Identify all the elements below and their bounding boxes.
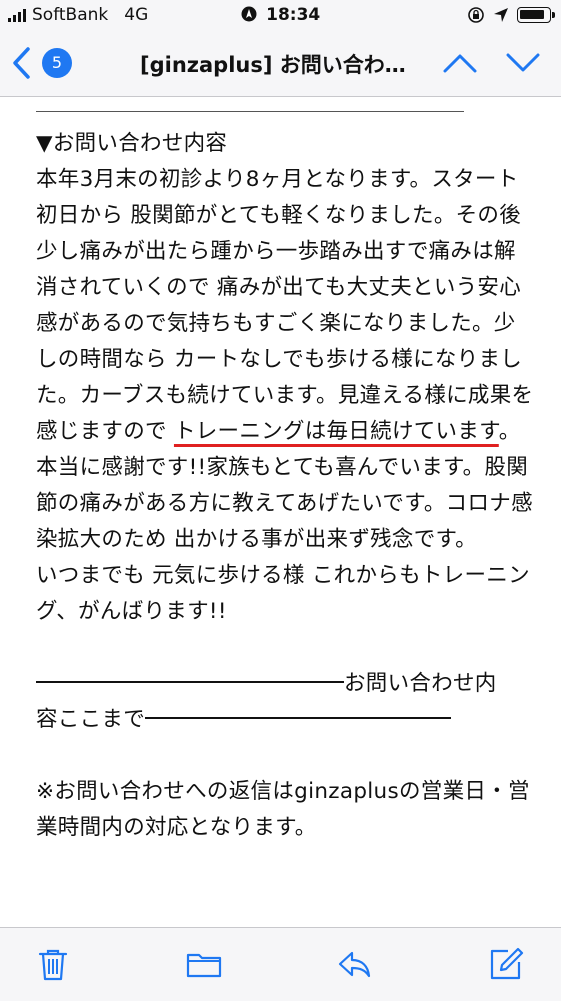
status-bar: SoftBank 4G 18:34 bbox=[0, 0, 561, 32]
rotation-lock-icon bbox=[468, 7, 484, 23]
trash-icon[interactable] bbox=[35, 946, 71, 982]
end-marker: お問い合わせ内容ここまで bbox=[36, 666, 536, 738]
highlighted-text: トレーニングは毎日続けています bbox=[173, 419, 499, 444]
end-line-2 bbox=[145, 717, 452, 719]
mail-toolbar bbox=[0, 927, 561, 1001]
inquiry-heading: ▼お問い合わせ内容 bbox=[36, 131, 228, 156]
location-arrow-icon bbox=[494, 8, 508, 22]
mail-nav-bar: 5 [ginzaplus] お問い合わ… bbox=[0, 32, 561, 97]
status-time: 18:34 bbox=[266, 5, 321, 25]
end-marker-text-1: お問い合わせ内 bbox=[344, 671, 497, 696]
chevron-up-icon[interactable] bbox=[442, 52, 478, 74]
footer-note: ※お問い合わせへの返信はginzaplusの営業日・営業時間内の対応となります。 bbox=[36, 779, 530, 840]
status-right bbox=[467, 6, 555, 24]
end-line-1 bbox=[36, 681, 344, 683]
mail-subject-title: [ginzaplus] お問い合わ… bbox=[140, 53, 406, 77]
chevron-left-icon[interactable] bbox=[10, 46, 34, 80]
location-icon bbox=[241, 6, 257, 22]
unread-count-badge[interactable]: 5 bbox=[42, 48, 72, 78]
inquiry-text-a: 本年3月末の初診より8ヶ月となります。スタート初日から 股関節がとても軽くなりま… bbox=[36, 167, 534, 444]
compose-icon[interactable] bbox=[488, 946, 524, 982]
folder-icon[interactable] bbox=[186, 946, 222, 982]
end-marker-text-2: 容ここまで bbox=[36, 707, 146, 732]
battery-icon bbox=[517, 7, 555, 23]
email-body[interactable]: ▼お問い合わせ内容 本年3月末の初診より8ヶ月となります。スタート初日から 股関… bbox=[36, 97, 536, 927]
inquiry-paragraph: 本年3月末の初診より8ヶ月となります。スタート初日から 股関節がとても軽くなりま… bbox=[36, 162, 536, 558]
chevron-down-icon[interactable] bbox=[505, 52, 541, 74]
top-divider bbox=[36, 97, 464, 112]
closing-paragraph: いつまでも 元気に歩ける様 これからもトレーニング、がんばります!! bbox=[36, 563, 530, 624]
reply-icon[interactable] bbox=[336, 946, 372, 982]
